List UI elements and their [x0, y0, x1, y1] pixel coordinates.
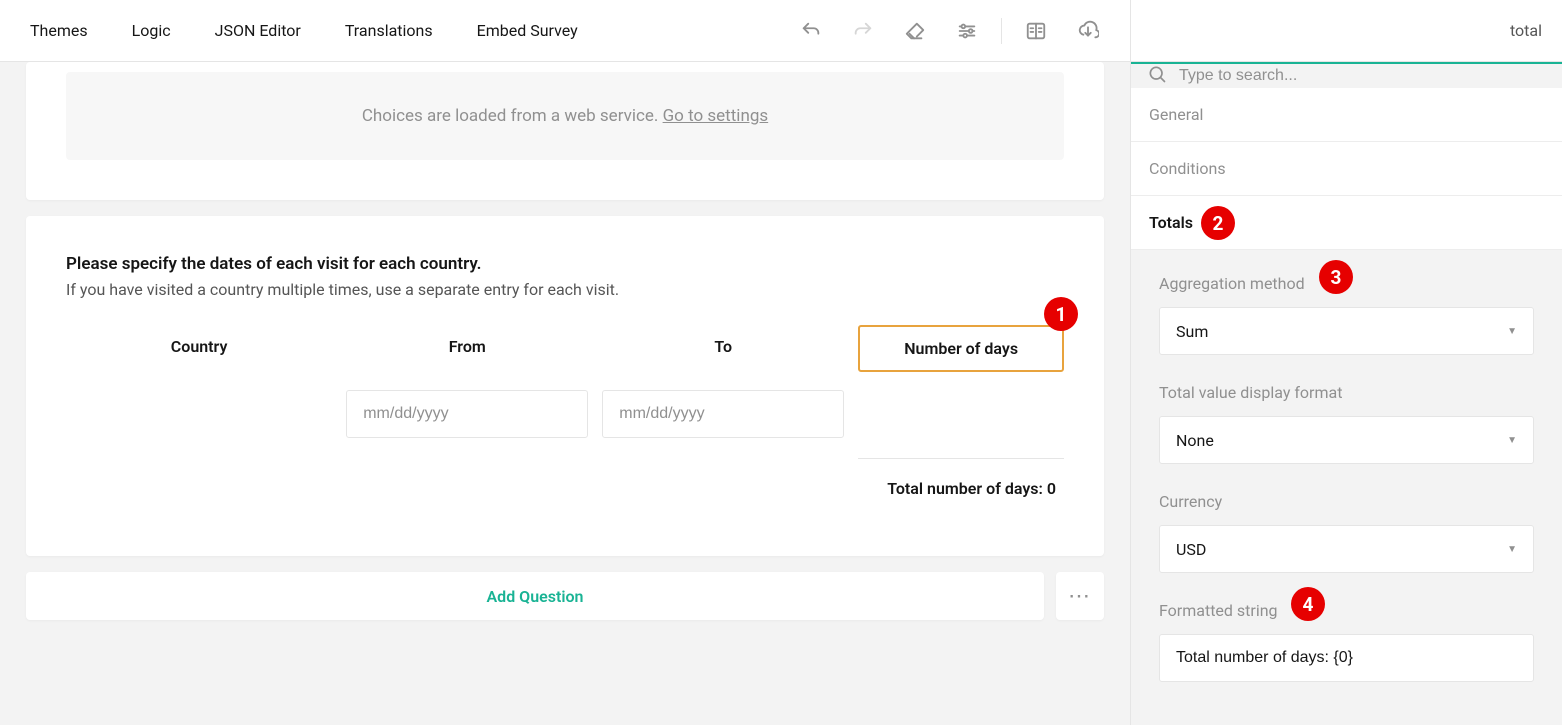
column-to[interactable]: To [602, 325, 844, 372]
tab-embed-survey[interactable]: Embed Survey [455, 0, 600, 62]
tab-logic[interactable]: Logic [110, 0, 193, 62]
download-icon[interactable] [1070, 13, 1106, 49]
choices-web-service-info: Choices are loaded from a web service. G… [66, 72, 1064, 160]
column-number-of-days[interactable]: Number of days 1 [858, 325, 1064, 372]
select-value: None [1176, 431, 1214, 450]
select-value: Sum [1176, 322, 1208, 341]
top-bar: Themes Logic JSON Editor Translations Em… [0, 0, 1130, 62]
matrix-table: Country From To Number of days 1 [66, 325, 1064, 518]
column-from[interactable]: From [346, 325, 588, 372]
top-tabs: Themes Logic JSON Editor Translations Em… [8, 0, 600, 62]
design-canvas[interactable]: Choices are loaded from a web service. G… [0, 62, 1130, 725]
cell-number-of-days[interactable] [858, 390, 1064, 438]
select-aggregation-method[interactable]: Sum ▼ [1159, 307, 1534, 355]
tab-themes[interactable]: Themes [8, 0, 110, 62]
question-description: If you have visited a country multiple t… [66, 280, 1064, 299]
panel-tab-conditions[interactable]: Conditions [1131, 142, 1562, 196]
eraser-icon[interactable] [897, 13, 933, 49]
panel-tabs: General Conditions Totals 2 [1131, 88, 1562, 250]
info-text: Choices are loaded from a web service. [362, 106, 663, 126]
matrix-total: Total number of days: 0 [858, 458, 1064, 518]
panel-object-label: total [1510, 21, 1542, 40]
undo-icon[interactable] [793, 13, 829, 49]
input-formatted-string[interactable] [1159, 634, 1534, 682]
go-to-settings-link[interactable]: Go to settings [663, 106, 769, 126]
column-label: Number of days [904, 339, 1018, 358]
label-formatted-string: Formatted string [1159, 601, 1278, 620]
add-question-more-button[interactable]: ⋯ [1056, 572, 1104, 620]
add-question-button[interactable]: Add Question [26, 572, 1044, 620]
panel-search[interactable] [1131, 64, 1562, 88]
badge-2: 2 [1201, 206, 1235, 240]
separator [1001, 18, 1002, 44]
badge-3: 3 [1319, 260, 1353, 294]
select-value: USD [1176, 540, 1206, 559]
label-display-format: Total value display format [1159, 383, 1534, 402]
panel-form: Aggregation method 3 Sum ▼ Total value d… [1131, 250, 1562, 725]
label-currency: Currency [1159, 492, 1534, 511]
search-icon [1147, 64, 1167, 88]
badge-1: 1 [1044, 297, 1078, 331]
question-title: Please specify the dates of each visit f… [66, 254, 1064, 274]
panel-header: total [1131, 0, 1562, 62]
cell-from-input[interactable] [346, 390, 588, 438]
top-actions [793, 13, 1122, 49]
cell-to-input[interactable] [602, 390, 844, 438]
column-country[interactable]: Country [66, 325, 332, 372]
settings-icon[interactable] [949, 13, 985, 49]
preview-icon[interactable] [1018, 13, 1054, 49]
select-display-format[interactable]: None ▼ [1159, 416, 1534, 464]
tab-translations[interactable]: Translations [323, 0, 455, 62]
badge-4: 4 [1291, 587, 1325, 621]
panel-tab-general[interactable]: General [1131, 88, 1562, 142]
chevron-down-icon: ▼ [1507, 544, 1517, 555]
question-card-matrix[interactable]: Please specify the dates of each visit f… [26, 216, 1104, 556]
select-currency[interactable]: USD ▼ [1159, 525, 1534, 573]
panel-search-input[interactable] [1179, 67, 1546, 85]
redo-icon [845, 13, 881, 49]
question-card-dropdown[interactable]: Choices are loaded from a web service. G… [26, 62, 1104, 200]
cell-country[interactable] [66, 390, 332, 438]
chevron-down-icon: ▼ [1507, 435, 1517, 446]
label-aggregation-method: Aggregation method [1159, 274, 1305, 293]
panel-tab-label: Totals [1149, 213, 1193, 232]
panel-tab-totals[interactable]: Totals 2 [1131, 196, 1562, 250]
chevron-down-icon: ▼ [1507, 326, 1517, 337]
property-panel: total General Conditions Totals 2 Aggreg… [1130, 0, 1562, 725]
tab-json-editor[interactable]: JSON Editor [193, 0, 323, 62]
